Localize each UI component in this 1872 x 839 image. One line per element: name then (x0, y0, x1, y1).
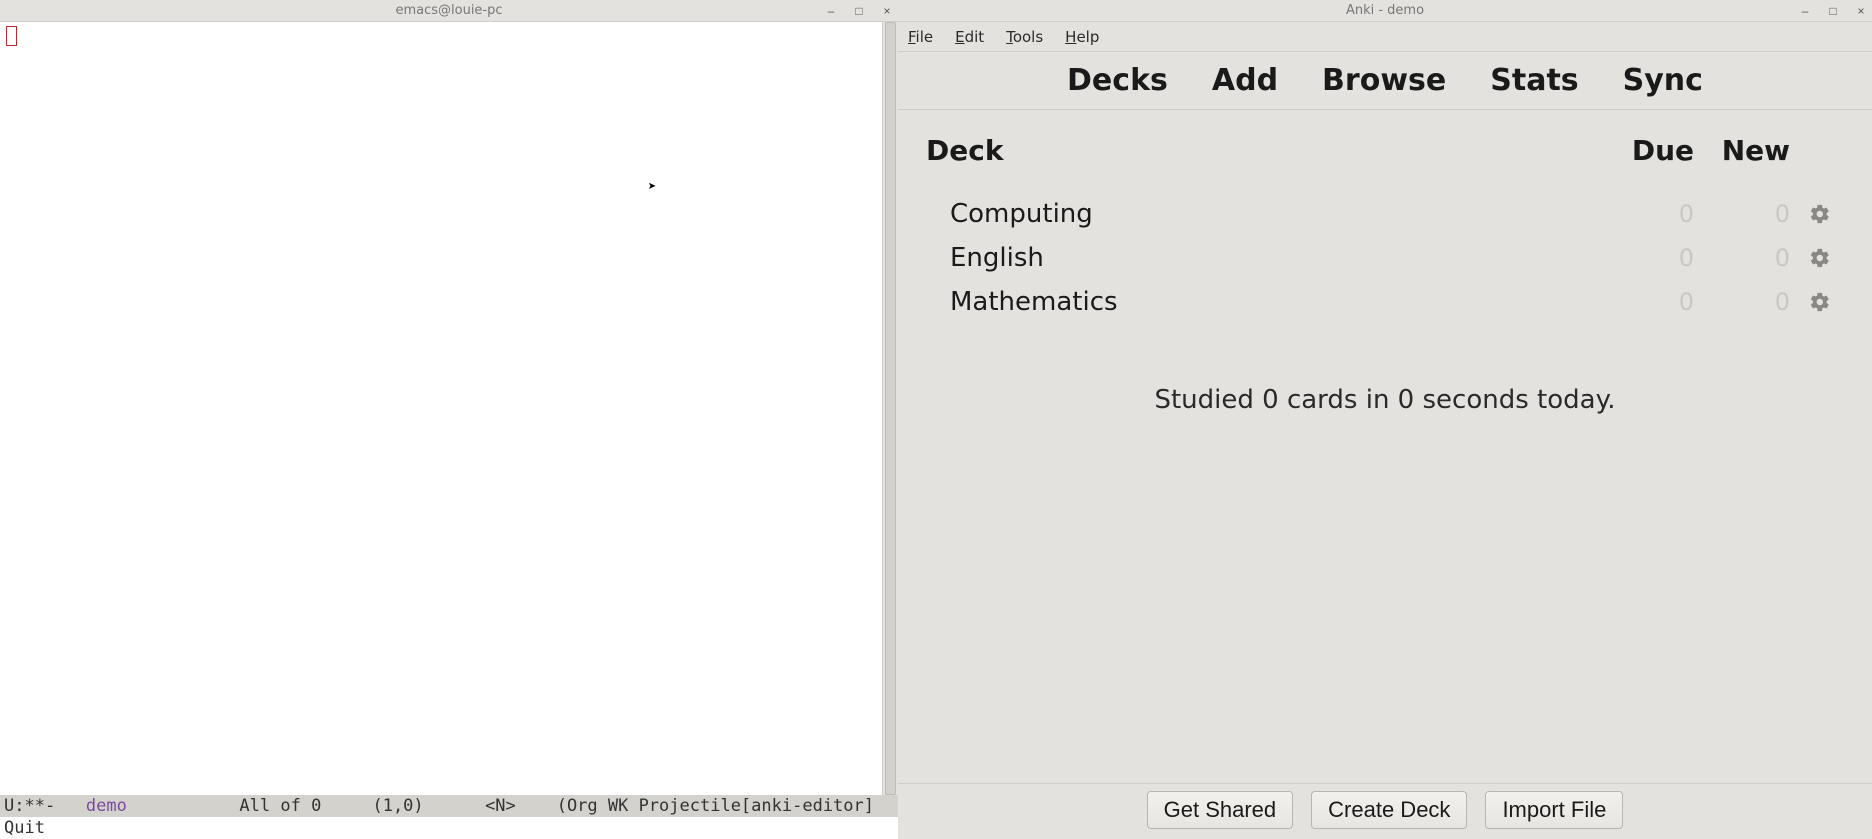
deck-due-count: 0 (1604, 244, 1694, 272)
deck-name[interactable]: English (926, 243, 1598, 273)
emacs-buffer[interactable]: ➤ (0, 22, 882, 795)
gear-icon[interactable] (1809, 203, 1831, 225)
menu-edit[interactable]: Edit (955, 28, 984, 46)
modeline-prefix: U:**- (4, 796, 86, 816)
menu-tools[interactable]: Tools (1006, 28, 1043, 46)
deck-row: Computing 0 0 (926, 195, 1844, 233)
toolbar-sync[interactable]: Sync (1623, 63, 1703, 98)
menu-file[interactable]: File (908, 28, 933, 46)
anki-menubar: File Edit Tools Help (898, 22, 1872, 52)
maximize-button[interactable]: □ (1826, 4, 1840, 18)
emacs-scrollbar[interactable] (882, 22, 898, 795)
emacs-text-cursor (6, 26, 17, 46)
maximize-button[interactable]: □ (852, 4, 866, 18)
close-button[interactable]: × (1854, 4, 1868, 18)
toolbar-browse[interactable]: Browse (1322, 63, 1446, 98)
column-header-due: Due (1604, 134, 1694, 167)
emacs-modeline: U:**- demo All of 0 (1,0) <N> (Org WK Pr… (0, 795, 898, 817)
deck-row: Mathematics 0 0 (926, 283, 1844, 321)
toolbar-stats[interactable]: Stats (1490, 63, 1578, 98)
toolbar-add[interactable]: Add (1212, 63, 1278, 98)
deck-new-count: 0 (1700, 200, 1790, 228)
modeline-buffer-name: demo (86, 796, 127, 816)
deck-new-count: 0 (1700, 244, 1790, 272)
deck-name[interactable]: Computing (926, 199, 1598, 229)
close-button[interactable]: × (880, 4, 894, 18)
deck-due-count: 0 (1604, 200, 1694, 228)
deck-due-count: 0 (1604, 288, 1694, 316)
minimize-button[interactable]: – (1798, 4, 1812, 18)
create-deck-button[interactable]: Create Deck (1311, 791, 1467, 829)
column-header-new: New (1700, 134, 1790, 167)
get-shared-button[interactable]: Get Shared (1147, 791, 1294, 829)
gear-icon[interactable] (1809, 291, 1831, 313)
anki-window: Anki - demo – □ × File Edit Tools Help D… (898, 0, 1872, 839)
deck-row: English 0 0 (926, 239, 1844, 277)
deck-name[interactable]: Mathematics (926, 287, 1598, 317)
emacs-scrollbar-thumb[interactable] (885, 22, 896, 795)
emacs-title: emacs@louie-pc (395, 3, 502, 18)
deck-new-count: 0 (1700, 288, 1790, 316)
emacs-window: emacs@louie-pc – □ × ➤ U:**- demo All of… (0, 0, 898, 839)
toolbar-decks[interactable]: Decks (1067, 63, 1168, 98)
column-header-deck: Deck (926, 134, 1598, 167)
emacs-titlebar: emacs@louie-pc – □ × (0, 0, 898, 22)
modeline-status: All of 0 (1,0) <N> (Org WK Projectile[an… (127, 796, 874, 816)
anki-title: Anki - demo (1346, 3, 1424, 18)
emacs-minibuffer[interactable]: Quit (0, 817, 898, 839)
import-file-button[interactable]: Import File (1485, 791, 1623, 829)
anki-toolbar: Decks Add Browse Stats Sync (898, 52, 1872, 110)
menu-help[interactable]: Help (1065, 28, 1099, 46)
minimize-button[interactable]: – (824, 4, 838, 18)
deck-list: Computing 0 0 English 0 0 Mathemat (926, 195, 1844, 321)
anki-titlebar: Anki - demo – □ × (898, 0, 1872, 22)
minibuffer-text: Quit (4, 818, 45, 838)
studied-summary: Studied 0 cards in 0 seconds today. (926, 385, 1844, 415)
anki-bottombar: Get Shared Create Deck Import File (898, 783, 1872, 839)
deck-list-header: Deck Due New (926, 134, 1844, 167)
anki-main: Deck Due New Computing 0 0 English 0 0 (898, 110, 1872, 783)
gear-icon[interactable] (1809, 247, 1831, 269)
mouse-cursor-icon: ➤ (648, 180, 656, 194)
